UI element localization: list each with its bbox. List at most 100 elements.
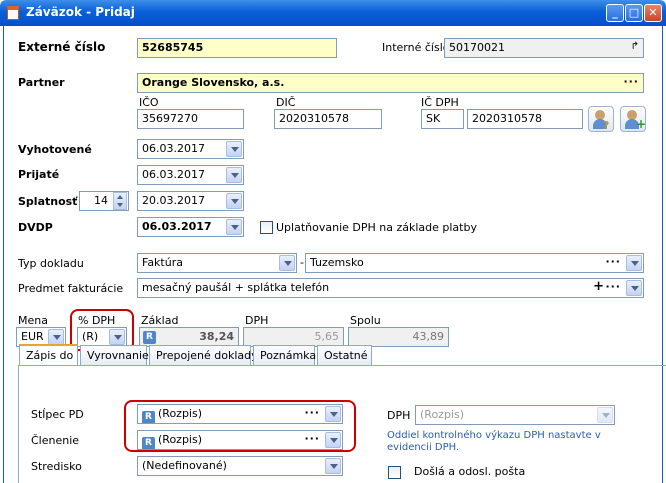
mena-value: EUR (21, 330, 44, 343)
mena-label: Mena (18, 314, 48, 327)
chevron-down-icon[interactable] (226, 219, 242, 235)
dic-input[interactable]: 2020310578 (274, 109, 382, 129)
tab-zapis-do[interactable]: Zápis do (19, 344, 78, 366)
days-spinner-icon[interactable] (113, 192, 127, 210)
rozpis-badge-icon: R (142, 411, 155, 423)
predmet-label: Predmet fakturácie (18, 282, 124, 295)
zaklad-input[interactable]: R 38,24 (139, 327, 239, 347)
dph-pct-value: (R) (82, 330, 99, 343)
splatnost-days-value: 14 (94, 194, 108, 207)
external-number-label: Externé číslo (18, 40, 106, 54)
chevron-down-icon[interactable] (626, 255, 642, 271)
spolu-label: Spolu (350, 314, 381, 327)
partner-label: Partner (18, 76, 65, 89)
maximize-button[interactable]: □ (625, 4, 643, 22)
splatnost-date-picker[interactable]: 20.03.2017 (137, 191, 244, 211)
stlpec-label: Stĺpec PD (31, 408, 84, 421)
predmet-input[interactable]: mesačný paušál + splátka telefón + ··· (137, 278, 644, 298)
uplatnovanie-checkbox[interactable] (260, 221, 273, 234)
browse-icon[interactable]: ··· (605, 255, 621, 268)
browse-icon[interactable]: ··· (605, 280, 621, 293)
ico-input[interactable]: 35697270 (137, 109, 244, 129)
title-bar[interactable]: Záväzok - Pridaj _ □ ✕ (0, 0, 666, 26)
stredisko-select[interactable]: (Nedefinované) (137, 456, 343, 476)
chevron-down-icon[interactable] (279, 255, 295, 271)
chevron-down-icon[interactable] (325, 458, 341, 474)
zaklad-value: 38,24 (199, 330, 234, 343)
stlpec-select[interactable]: R (Rozpis) ··· (137, 404, 343, 424)
partner-lookup-button[interactable]: ? (588, 106, 614, 132)
predmet-value: mesačný paušál + splátka telefón (142, 281, 330, 294)
external-number-input[interactable]: 52685745 (137, 38, 337, 58)
chevron-down-icon[interactable] (109, 329, 125, 345)
add-partner-button[interactable]: + (620, 106, 646, 132)
close-button[interactable]: ✕ (644, 4, 662, 22)
chevron-down-icon[interactable] (626, 280, 642, 296)
chevron-down-icon[interactable] (597, 407, 613, 423)
icdph-prefix-input[interactable]: SK (421, 109, 464, 129)
partner-value: Orange Slovensko, a.s. (142, 76, 285, 89)
vyhotovene-date-picker[interactable]: 06.03.2017 (137, 139, 244, 159)
splatnost-label: Splatnosť (18, 195, 78, 208)
tab-prepojene-doklady[interactable]: Prepojené doklady (149, 345, 258, 365)
typ-dokladu-select[interactable]: Faktúra (137, 253, 297, 273)
prijate-date-picker[interactable]: 06.03.2017 (137, 165, 244, 185)
minimize-button[interactable]: _ (606, 4, 624, 22)
rozpis-badge-icon: R (142, 437, 155, 449)
stredisko-value: (Nedefinované) (142, 459, 227, 472)
dph-pct-select[interactable]: (R) (77, 327, 127, 347)
splatnost-value: 20.03.2017 (142, 194, 205, 207)
dic-label: DIČ (276, 96, 296, 109)
dph-amount-input[interactable]: 5,65 (243, 327, 344, 347)
chevron-down-icon[interactable] (226, 193, 242, 209)
internal-number-value: 50170021 (449, 41, 505, 54)
clenenie-label: Členenie (31, 434, 80, 447)
chevron-down-icon[interactable] (226, 167, 242, 183)
tuzemsko-select[interactable]: Tuzemsko ··· (305, 253, 644, 273)
edit-arrow-icon[interactable]: ↱ (631, 41, 639, 52)
dph-zapis-value: (Rozpis) (420, 408, 465, 421)
window-title: Záväzok - Pridaj (26, 5, 135, 19)
dvdp-date-picker[interactable]: 06.03.2017 (137, 217, 244, 237)
kv-dph-note: Oddiel kontrolného výkazu DPH nastavte v… (387, 430, 601, 453)
dph-amount-label: DPH (245, 314, 269, 327)
clenenie-value: (Rozpis) (158, 433, 203, 446)
partner-browse-icon[interactable]: ··· (623, 75, 639, 88)
plus-icon[interactable]: + (593, 279, 605, 294)
ico-label: IČO (139, 96, 159, 109)
dph-zapis-label: DPH (387, 409, 411, 422)
search-icon: ? (603, 119, 610, 132)
chevron-down-icon[interactable] (325, 432, 341, 448)
zaklad-label: Základ (141, 314, 179, 327)
internal-number-input[interactable]: 50170021 ↱ (444, 38, 644, 58)
partner-input[interactable]: Orange Slovensko, a.s. ··· (137, 73, 644, 93)
plus-icon: + (636, 117, 647, 131)
icdph-input[interactable]: 2020310578 (467, 109, 583, 129)
internal-number-label: Interné číslo (382, 41, 450, 54)
vyhotovene-value: 06.03.2017 (142, 142, 205, 155)
rozpis-badge-icon: R (143, 331, 156, 344)
uplatnovanie-label: Uplatňovanie DPH na základe platby (276, 221, 477, 234)
chevron-down-icon[interactable] (325, 406, 341, 422)
vyhotovene-label: Vyhotovené (18, 143, 92, 156)
dash-separator: - (300, 256, 304, 269)
tab-ostatne[interactable]: Ostatné (317, 345, 372, 365)
dph-zapis-select[interactable]: (Rozpis) (415, 405, 615, 425)
tab-vyrovnanie[interactable]: Vyrovnanie (80, 345, 149, 365)
browse-icon[interactable]: ··· (304, 432, 320, 445)
chevron-down-icon[interactable] (48, 329, 64, 345)
browse-icon[interactable]: ··· (304, 406, 320, 419)
stredisko-label: Stredisko (31, 460, 82, 473)
dosla-posta-checkbox[interactable] (388, 466, 401, 479)
document-icon (7, 6, 19, 20)
spolu-input[interactable]: 43,89 (348, 327, 449, 347)
typ-dokladu-value: Faktúra (142, 256, 183, 269)
dph-pct-label: % DPH (78, 314, 116, 327)
clenenie-select[interactable]: R (Rozpis) ··· (137, 430, 343, 450)
chevron-down-icon[interactable] (226, 141, 242, 157)
prijate-value: 06.03.2017 (142, 168, 205, 181)
tuzemsko-value: Tuzemsko (310, 256, 364, 269)
icdph-label: IČ DPH (421, 96, 459, 109)
tab-poznamka[interactable]: Poznámka (253, 345, 316, 365)
dosla-posta-label: Došlá a odosl. pošta (414, 465, 526, 478)
